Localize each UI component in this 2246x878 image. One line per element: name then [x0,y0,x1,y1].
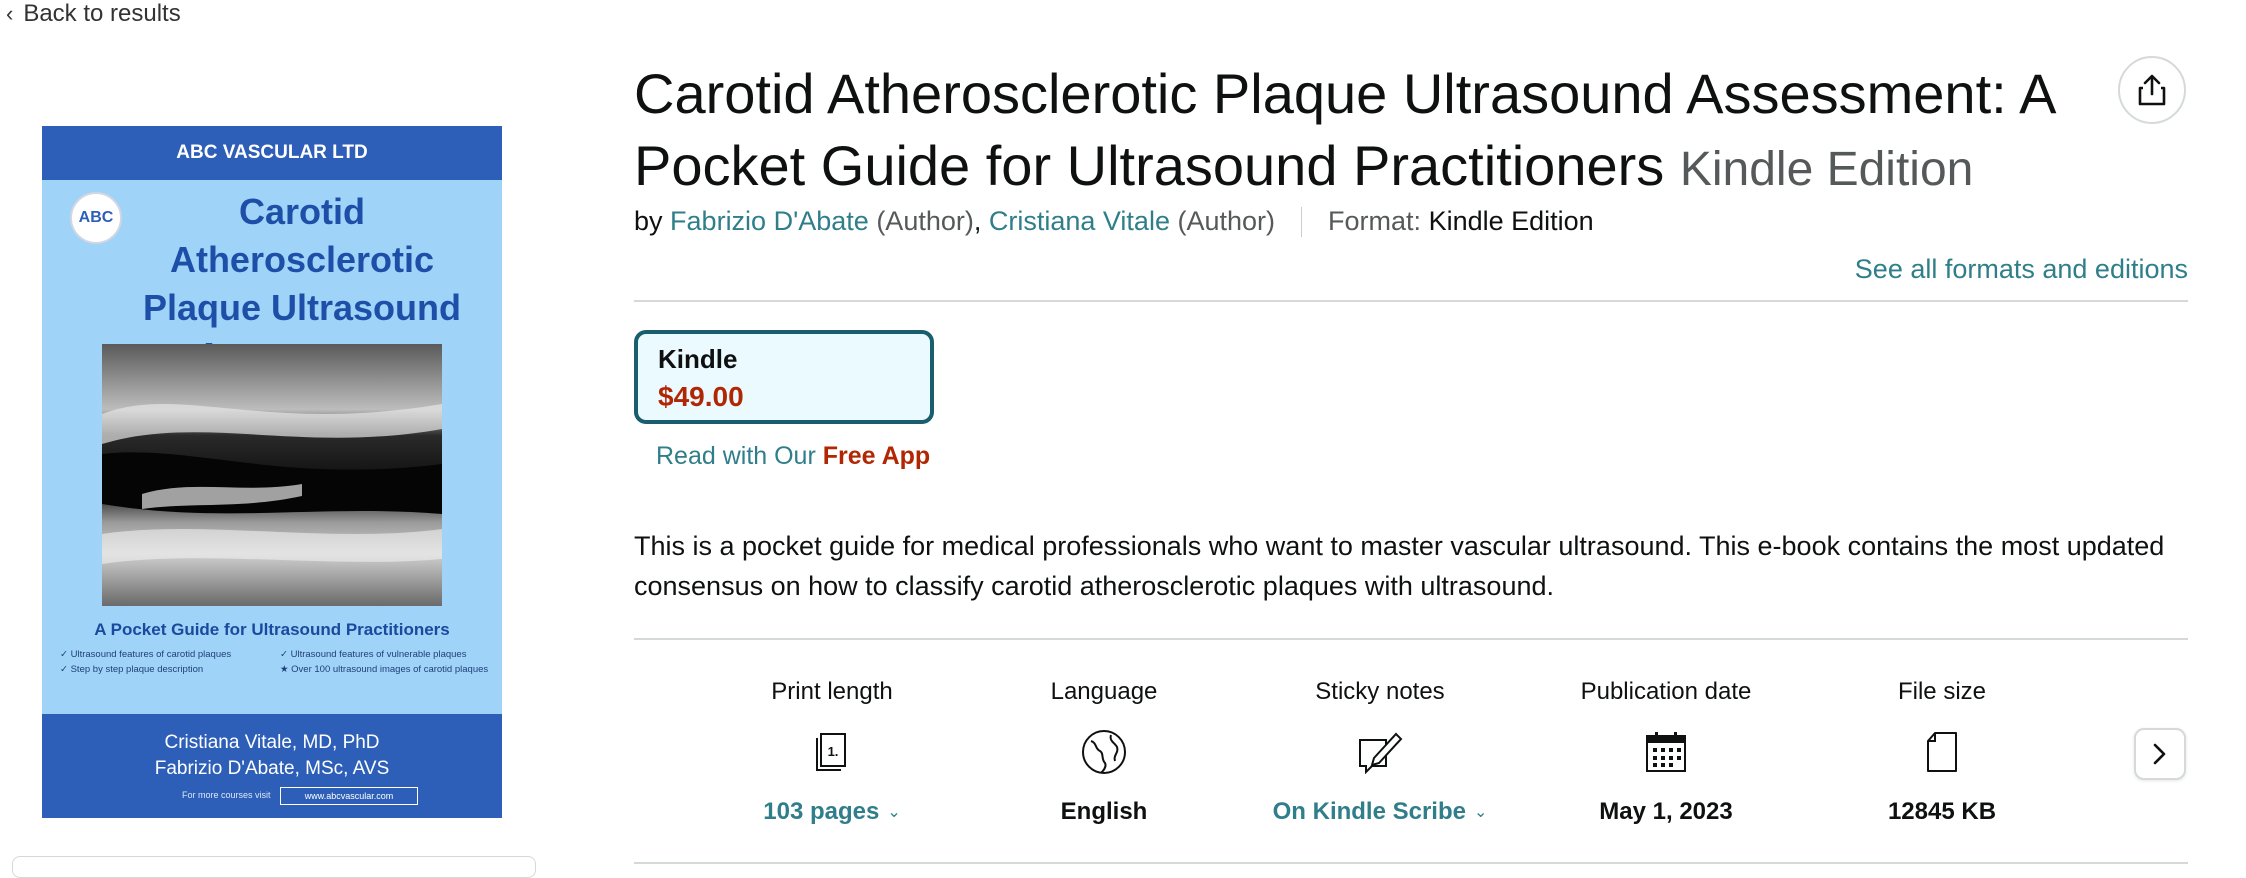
pen-note-icon [1260,712,1500,792]
cover-subtitle: A Pocket Guide for Ultrasound Practition… [94,620,450,639]
chevron-down-icon: ⌄ [887,804,901,821]
calendar-icon [1546,712,1786,792]
see-all-formats-link[interactable]: See all formats and editions [1855,254,2188,285]
publication-date-value: May 1, 2023 [1599,798,1733,825]
cover-bullet: ✓ Step by step plaque description [60,664,204,675]
byline-divider [1301,206,1303,237]
divider [634,638,2188,640]
detail-label: Language [1050,678,1158,705]
back-to-results-link[interactable]: ‹ Back to results [6,0,181,28]
detail-sticky-notes: Sticky notes On Kindle Scribe ⌄ [1260,678,1500,826]
detail-label: Sticky notes [1315,678,1445,705]
share-button[interactable] [2118,56,2186,124]
chevron-left-icon: ‹ [6,1,14,26]
author-link[interactable]: Fabrizio D'Abate [670,206,869,237]
globe-icon [984,712,1224,792]
cover-ultrasound-image [102,344,442,606]
author-role: (Author) [1177,206,1276,236]
cover-url: www.abcvascular.com [280,787,418,805]
product-description: This is a pocket guide for medical profe… [634,531,2165,601]
product-edition: Kindle Edition [1679,143,1974,196]
detail-language: Language English [984,678,1224,826]
free-app-label: Free App [822,442,931,470]
chevron-right-icon [2153,743,2166,765]
share-icon [2138,74,2166,106]
cover-bullet: ★ Over 100 ultrasound images of carotid … [280,664,489,675]
author-link[interactable]: Cristiana Vitale [989,206,1170,237]
read-with-free-app-link[interactable]: Read with Our Free App [656,442,930,471]
detail-file-size: File size 12845 KB [1822,678,2062,826]
swatch-label: Kindle [658,344,738,374]
read-prefix: Read with Our [656,442,816,470]
by-label: by [634,206,663,236]
kindle-format-swatch[interactable]: Kindle $49.00 [634,330,934,424]
print-length-value[interactable]: 103 pages ⌄ [712,798,952,826]
detail-label: File size [1897,678,1987,705]
sticky-notes-value[interactable]: On Kindle Scribe ⌄ [1260,798,1500,826]
carousel-next-button[interactable] [2134,728,2186,780]
image-thumbnail-strip[interactable] [12,856,536,878]
svg-text:1.: 1. [828,744,839,759]
format-value: Kindle Edition [1428,206,1594,236]
cover-visit-text: For more courses visit [182,790,271,800]
format-label: Format: [1328,206,1422,236]
cover-emblem: ABC [70,192,122,244]
cover-bullet: ✓ Ultrasound features of vulnerable plaq… [280,649,467,660]
divider [634,862,2188,864]
chevron-down-icon: ⌄ [1473,804,1488,821]
detail-print-length: Print length 1. 103 pages ⌄ [712,678,952,826]
language-value: English [1060,798,1148,825]
cover-bullet: ✓ Ultrasound features of carotid plaques [60,649,232,660]
product-title: Carotid Atherosclerotic Plaque Ultrasoun… [634,58,2104,206]
book-pages-icon: 1. [712,712,952,792]
detail-label: Publication date [1580,678,1752,705]
book-cover-image[interactable]: ABC VASCULAR LTD ABC Carotid Atheroscler… [42,126,502,818]
byline: by Fabrizio D'Abate (Author), Cristiana … [634,206,1594,237]
swatch-price: $49.00 [658,381,744,412]
back-to-results-label: Back to results [23,0,181,27]
cover-publisher: ABC VASCULAR LTD [42,126,502,180]
detail-publication-date: Publication date May 1, 2023 [1546,678,1786,826]
cover-authors: Cristiana Vitale, MD, PhD Fabrizio D'Aba… [154,732,390,779]
cover-bullets: ✓ Ultrasound features of carotid plaques… [60,649,490,675]
author-role: (Author) [876,206,974,236]
file-size-value: 12845 KB [1887,798,1997,825]
file-icon [1822,712,2062,792]
cover-author-band: Cristiana Vitale, MD, PhD Fabrizio D'Aba… [42,714,502,818]
detail-label: Print length [771,678,893,705]
divider [634,300,2188,302]
